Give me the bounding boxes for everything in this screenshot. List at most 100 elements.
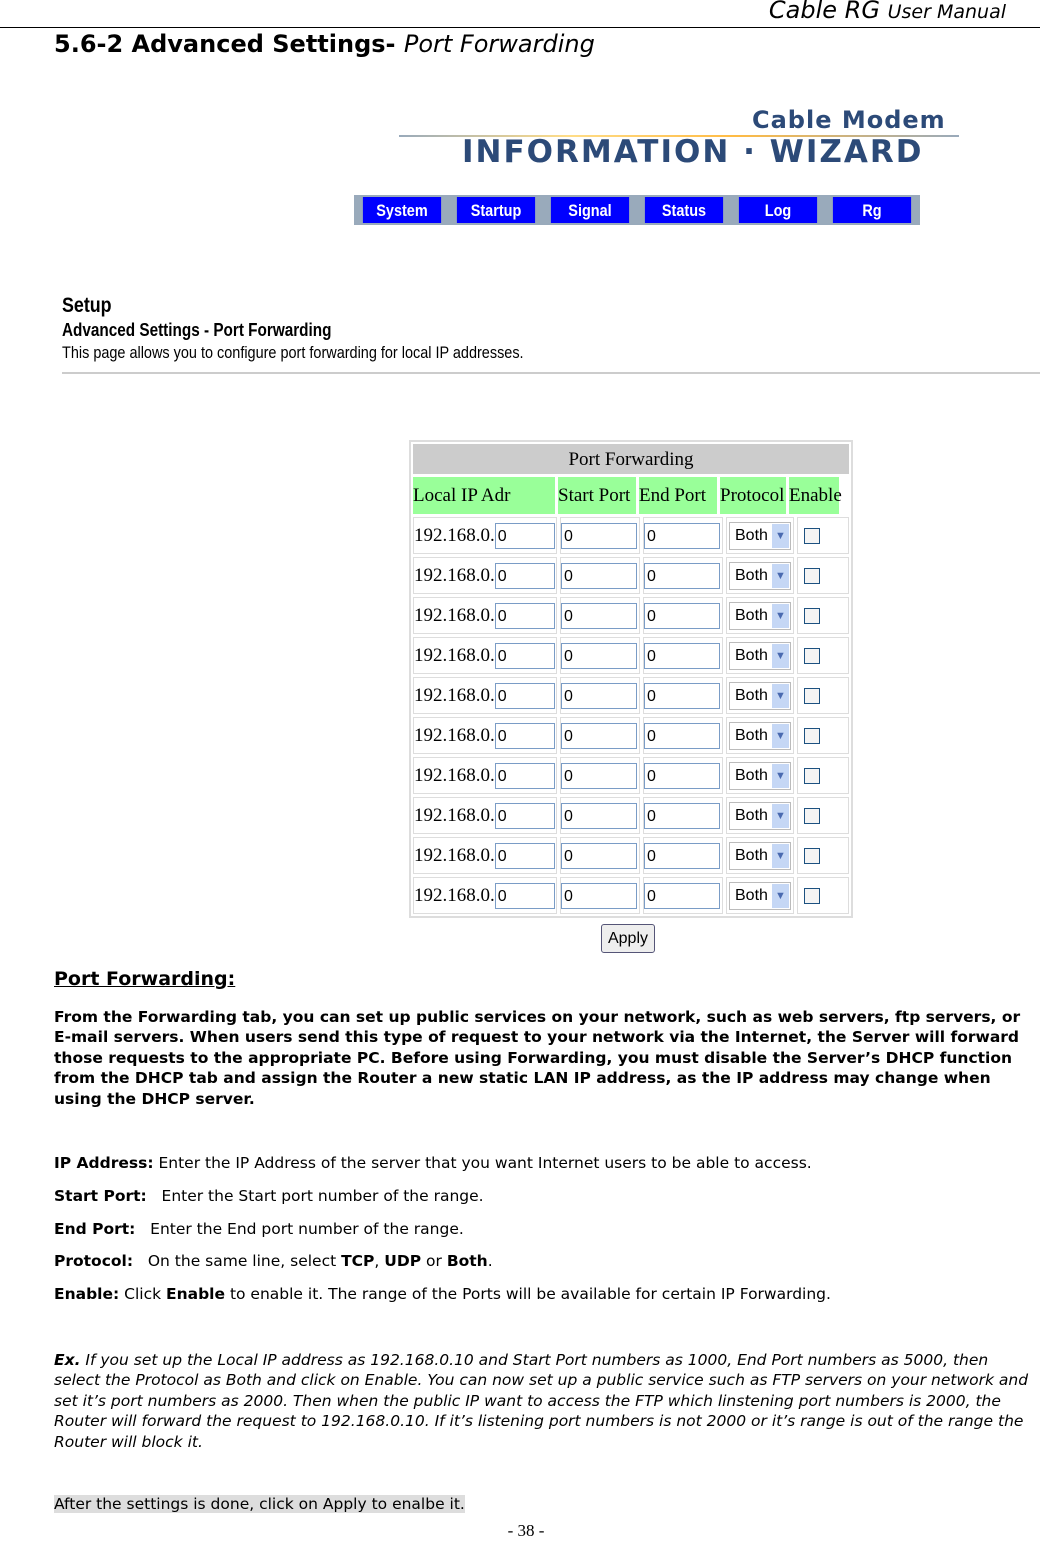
start-port-input[interactable]: 0 bbox=[561, 842, 637, 869]
enable-checkbox[interactable] bbox=[804, 687, 820, 704]
ip-octet-input[interactable]: 0 bbox=[494, 762, 555, 789]
end-cell: 0 bbox=[643, 637, 723, 674]
end-port-input[interactable]: 0 bbox=[644, 722, 720, 749]
protocol-select[interactable]: Both ▼ bbox=[729, 681, 791, 710]
protocol-select[interactable]: Both ▼ bbox=[729, 521, 791, 550]
end-port-input[interactable]: 0 bbox=[644, 602, 720, 629]
end-cell: 0 bbox=[643, 837, 723, 874]
enable-checkbox[interactable] bbox=[804, 607, 820, 624]
protocol-select[interactable]: Both ▼ bbox=[729, 881, 791, 910]
protocol-select[interactable]: Both ▼ bbox=[729, 561, 791, 590]
enable-cell bbox=[797, 557, 849, 594]
ip-octet-input[interactable]: 0 bbox=[494, 602, 555, 629]
ip-octet-input[interactable]: 0 bbox=[494, 722, 555, 749]
start-port-input[interactable]: 0 bbox=[561, 802, 637, 829]
end-cell: 0 bbox=[643, 557, 723, 594]
enable-checkbox[interactable] bbox=[804, 767, 820, 784]
ip-cell: 192.168.0. 0 bbox=[413, 797, 557, 834]
enable-checkbox[interactable] bbox=[804, 647, 820, 664]
ip-prefix: 192.168.0. bbox=[414, 724, 495, 746]
nav-startup[interactable]: Startup bbox=[456, 197, 536, 223]
nav-status[interactable]: Status bbox=[644, 197, 724, 223]
chevron-down-icon: ▼ bbox=[772, 723, 789, 748]
ip-cell: 192.168.0. 0 bbox=[413, 717, 557, 754]
ip-octet-input[interactable]: 0 bbox=[494, 802, 555, 829]
enable-checkbox[interactable] bbox=[804, 567, 820, 584]
footer-note: After the settings is done, click on App… bbox=[54, 1495, 465, 1513]
protocol-select[interactable]: Both ▼ bbox=[729, 801, 791, 830]
port-forwarding-table: Port Forwarding Local IP Adr Start Port … bbox=[409, 440, 853, 918]
end-port-input[interactable]: 0 bbox=[644, 882, 720, 909]
chevron-down-icon: ▼ bbox=[772, 683, 789, 708]
protocol-cell: Both ▼ bbox=[726, 677, 794, 714]
end-cell: 0 bbox=[643, 877, 723, 914]
nav-system[interactable]: System bbox=[362, 197, 442, 223]
nav-log[interactable]: Log bbox=[738, 197, 818, 223]
protocol-cell: Both ▼ bbox=[726, 597, 794, 634]
enable-checkbox[interactable] bbox=[804, 847, 820, 864]
nav-rg[interactable]: Rg bbox=[832, 197, 912, 223]
chevron-down-icon: ▼ bbox=[772, 603, 789, 628]
table-row: 192.168.0. 0 0 0 Both ▼ bbox=[413, 837, 849, 874]
ip-octet-input[interactable]: 0 bbox=[494, 882, 555, 909]
chevron-down-icon: ▼ bbox=[772, 643, 789, 668]
start-port-input[interactable]: 0 bbox=[561, 722, 637, 749]
start-cell: 0 bbox=[560, 557, 640, 594]
protocol-select[interactable]: Both ▼ bbox=[729, 641, 791, 670]
ip-octet-input[interactable]: 0 bbox=[494, 642, 555, 669]
protocol-value: Both bbox=[735, 646, 768, 664]
ip-prefix: 192.168.0. bbox=[414, 884, 495, 906]
enable-checkbox[interactable] bbox=[804, 887, 820, 904]
protocol-value: Both bbox=[735, 566, 768, 584]
end-port-input[interactable]: 0 bbox=[644, 802, 720, 829]
start-port-input[interactable]: 0 bbox=[561, 642, 637, 669]
ip-prefix: 192.168.0. bbox=[414, 604, 495, 626]
end-port-input[interactable]: 0 bbox=[644, 522, 720, 549]
apply-button[interactable]: Apply bbox=[601, 924, 655, 953]
start-desc: Start Port: Enter the Start port number … bbox=[54, 1186, 1039, 1206]
protocol-select[interactable]: Both ▼ bbox=[729, 841, 791, 870]
intro-paragraph: From the Forwarding tab, you can set up … bbox=[54, 1008, 1021, 1108]
chevron-down-icon: ▼ bbox=[772, 523, 789, 548]
dot: . bbox=[487, 1252, 493, 1270]
example-paragraph: Ex. If you set up the Local IP address a… bbox=[54, 1350, 1039, 1452]
end-port-input[interactable]: 0 bbox=[644, 762, 720, 789]
enable-cell bbox=[797, 637, 849, 674]
start-port-input[interactable]: 0 bbox=[561, 762, 637, 789]
end-cell: 0 bbox=[643, 597, 723, 634]
start-port-input[interactable]: 0 bbox=[561, 602, 637, 629]
or: or bbox=[421, 1252, 447, 1270]
start-port-input[interactable]: 0 bbox=[561, 882, 637, 909]
start-port-input[interactable]: 0 bbox=[561, 682, 637, 709]
start-port-input[interactable]: 0 bbox=[561, 522, 637, 549]
end-port-input[interactable]: 0 bbox=[644, 562, 720, 589]
enable-checkbox[interactable] bbox=[804, 527, 820, 544]
enable-checkbox[interactable] bbox=[804, 727, 820, 744]
ip-octet-input[interactable]: 0 bbox=[494, 682, 555, 709]
end-port-input[interactable]: 0 bbox=[644, 642, 720, 669]
start-port-input[interactable]: 0 bbox=[561, 562, 637, 589]
table-row: 192.168.0. 0 0 0 Both ▼ bbox=[413, 557, 849, 594]
ip-octet-input[interactable]: 0 bbox=[494, 522, 555, 549]
protocol-value: Both bbox=[735, 606, 768, 624]
enable-checkbox[interactable] bbox=[804, 807, 820, 824]
end-port-input[interactable]: 0 bbox=[644, 842, 720, 869]
setup-title: Setup bbox=[62, 294, 112, 317]
end-desc: End Port: Enter the End port number of t… bbox=[54, 1219, 1039, 1239]
protocol-select[interactable]: Both ▼ bbox=[729, 601, 791, 630]
enable-cell bbox=[797, 517, 849, 554]
ip-octet-input[interactable]: 0 bbox=[494, 842, 555, 869]
end-port-input[interactable]: 0 bbox=[644, 682, 720, 709]
table-row: 192.168.0. 0 0 0 Both ▼ bbox=[413, 517, 849, 554]
protocol-value: Both bbox=[735, 686, 768, 704]
end-cell: 0 bbox=[643, 717, 723, 754]
ip-octet-input[interactable]: 0 bbox=[494, 562, 555, 589]
protocol-select[interactable]: Both ▼ bbox=[729, 761, 791, 790]
protocol-select[interactable]: Both ▼ bbox=[729, 721, 791, 750]
ip-cell: 192.168.0. 0 bbox=[413, 597, 557, 634]
col-enable: Enable bbox=[789, 477, 842, 514]
nav-signal[interactable]: Signal bbox=[550, 197, 630, 223]
end-cell: 0 bbox=[643, 797, 723, 834]
ip-cell: 192.168.0. 0 bbox=[413, 757, 557, 794]
table-row: 192.168.0. 0 0 0 Both ▼ bbox=[413, 637, 849, 674]
